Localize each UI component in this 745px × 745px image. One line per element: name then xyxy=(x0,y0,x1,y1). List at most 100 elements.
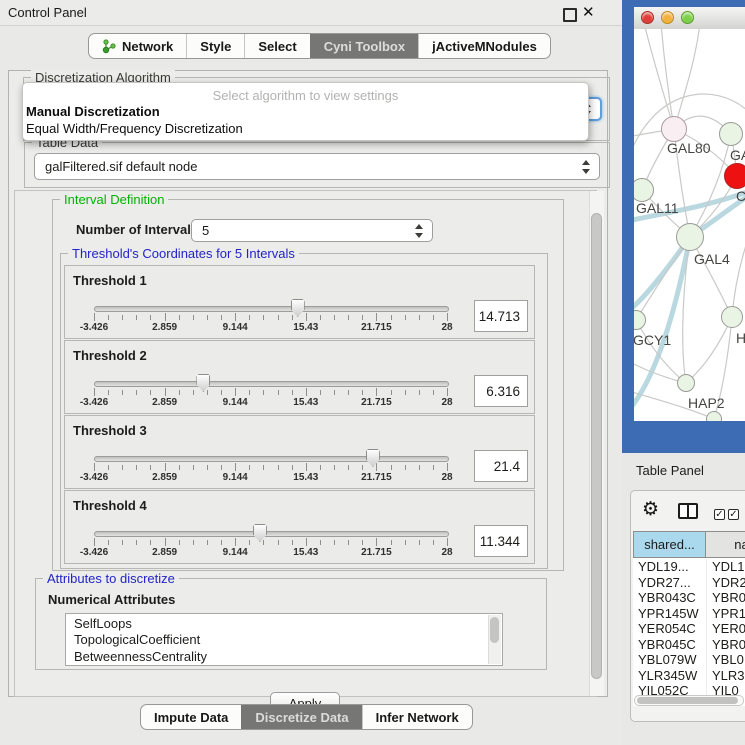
tick-mark xyxy=(122,465,123,470)
table-row[interactable]: YDL19...YDL1 xyxy=(633,559,745,575)
attribute-items: SelfLoopsTopologicalCoefficientBetweenne… xyxy=(66,614,502,665)
tick-mark xyxy=(419,465,420,470)
network-node[interactable] xyxy=(661,116,687,142)
minimize-traffic-light-icon[interactable] xyxy=(661,11,674,24)
network-node[interactable] xyxy=(719,122,743,146)
float-window-icon[interactable] xyxy=(563,8,577,22)
tab-label: Select xyxy=(258,39,296,54)
tick-label: -3.426 xyxy=(64,472,124,483)
tick-mark xyxy=(263,465,264,470)
close-icon[interactable]: ✕ xyxy=(582,3,595,21)
dropdown-option-equal-width-frequency[interactable]: Equal Width/Frequency Discretization xyxy=(26,121,243,136)
tick-mark xyxy=(306,463,307,471)
table-data-select[interactable]: galFiltered.sif default node xyxy=(34,153,600,180)
slider-thumb[interactable] xyxy=(196,374,210,392)
cell-name: YDR2 xyxy=(707,575,745,591)
slider-track[interactable] xyxy=(94,381,449,387)
table-row[interactable]: YBR045CYBR0 xyxy=(633,637,745,653)
tab-jactivemnodules[interactable]: jActiveMNodules xyxy=(418,34,550,58)
tick-mark xyxy=(221,315,222,320)
network-node[interactable] xyxy=(721,306,743,328)
panel-scrollbar[interactable] xyxy=(589,191,604,696)
network-canvas[interactable]: GAL80GACGAL11GAL4GCY1HHAP2 xyxy=(634,29,745,421)
column-header-name[interactable]: name xyxy=(706,531,745,558)
threshold-value-input[interactable]: 14.713 xyxy=(474,300,528,332)
tab-label: Discretize Data xyxy=(255,710,348,725)
tick-mark xyxy=(136,540,137,545)
slider-track[interactable] xyxy=(94,306,449,312)
cell-shared-name: YDR27... xyxy=(633,575,707,591)
gear-icon[interactable]: ⚙ xyxy=(642,498,659,521)
tick-mark xyxy=(348,390,349,395)
thresholds-section: Threshold's Coordinates for 5 Intervals … xyxy=(60,253,548,569)
node-label: GAL11 xyxy=(636,200,679,216)
column-header-shared-name[interactable]: shared... xyxy=(633,531,706,558)
attribute-item[interactable]: BetweennessCentrality xyxy=(74,649,502,665)
slider-track[interactable] xyxy=(94,531,449,537)
checkbox-icon[interactable]: ✓ xyxy=(714,509,725,520)
cell-name: YBL0 xyxy=(707,652,744,668)
slider-track[interactable] xyxy=(94,456,449,462)
network-node[interactable] xyxy=(677,374,695,392)
attribute-item[interactable]: SelfLoops xyxy=(74,616,502,632)
tick-mark xyxy=(334,390,335,395)
threshold-value-input[interactable]: 11.344 xyxy=(474,525,528,557)
tick-mark xyxy=(376,463,377,471)
table-row[interactable]: YER054CYER0 xyxy=(633,621,745,637)
table-row[interactable]: YPR145WYPR1 xyxy=(633,606,745,622)
table-row[interactable]: YDR27...YDR2 xyxy=(633,575,745,591)
threshold-value-input[interactable]: 21.4 xyxy=(474,450,528,482)
tick-mark xyxy=(405,540,406,545)
table-row[interactable]: YBR043CYBR0 xyxy=(633,590,745,606)
cell-name: YPR1 xyxy=(707,606,745,622)
tick-label: -3.426 xyxy=(64,397,124,408)
tab-network[interactable]: Network xyxy=(89,34,186,58)
tab-infer-network[interactable]: Infer Network xyxy=(362,705,472,729)
panel-scrollbar-thumb[interactable] xyxy=(591,213,602,679)
network-window-titlebar[interactable] xyxy=(634,7,745,30)
tab-impute-data[interactable]: Impute Data xyxy=(141,705,241,729)
tick-mark xyxy=(136,390,137,395)
tab-label: jActiveMNodules xyxy=(432,39,537,54)
attributes-scrollbar-thumb[interactable] xyxy=(490,617,499,643)
checkbox-icon[interactable]: ✓ xyxy=(728,509,739,520)
table-row[interactable]: YLR345WYLR3 xyxy=(633,668,745,684)
threshold-panel: Threshold 4-3.4262.8599.14415.4321.71528… xyxy=(64,490,535,564)
tick-mark xyxy=(320,315,321,320)
slider-thumb[interactable] xyxy=(366,449,380,467)
control-panel-titlebar: Control Panel ✕ xyxy=(0,0,622,26)
dropdown-option-manual-discretization[interactable]: Manual Discretization xyxy=(26,104,160,119)
table-row[interactable]: YBL079WYBL0 xyxy=(633,652,745,668)
tick-label: 9.144 xyxy=(205,322,265,333)
slider-thumb[interactable] xyxy=(253,524,267,542)
table-hscrollbar-thumb[interactable] xyxy=(637,697,738,704)
threshold-value-input[interactable]: 6.316 xyxy=(474,375,528,407)
network-node[interactable] xyxy=(724,163,745,189)
tick-mark xyxy=(320,390,321,395)
tab-discretize-data[interactable]: Discretize Data xyxy=(241,705,361,729)
tick-mark xyxy=(165,463,166,471)
tick-mark xyxy=(391,540,392,545)
table-hscrollbar[interactable] xyxy=(634,695,744,706)
zoom-traffic-light-icon[interactable] xyxy=(681,11,694,24)
tick-mark xyxy=(263,390,264,395)
network-node[interactable] xyxy=(706,411,722,421)
slider-thumb[interactable] xyxy=(291,299,305,317)
table-data-selected-value: galFiltered.sif default node xyxy=(45,159,197,174)
thresholds-section-title: Threshold's Coordinates for 5 Intervals xyxy=(68,246,299,261)
tick-mark xyxy=(165,313,166,321)
close-traffic-light-icon[interactable] xyxy=(641,11,654,24)
tick-mark xyxy=(362,315,363,320)
tick-mark xyxy=(433,540,434,545)
attribute-item[interactable]: TopologicalCoefficient xyxy=(74,632,502,648)
network-node[interactable] xyxy=(676,223,704,251)
numerical-attributes-listbox[interactable]: SelfLoopsTopologicalCoefficientBetweenne… xyxy=(65,613,503,666)
tab-style[interactable]: Style xyxy=(186,34,244,58)
attributes-scrollbar[interactable] xyxy=(488,615,501,664)
control-panel: Control Panel ✕ Network Style Select xyxy=(0,0,622,745)
split-columns-icon[interactable] xyxy=(678,503,698,519)
number-of-intervals-select[interactable]: 5 xyxy=(191,219,433,242)
tab-select[interactable]: Select xyxy=(244,34,309,58)
tick-mark xyxy=(108,465,109,470)
tab-cyni-toolbox[interactable]: Cyni Toolbox xyxy=(310,34,418,58)
